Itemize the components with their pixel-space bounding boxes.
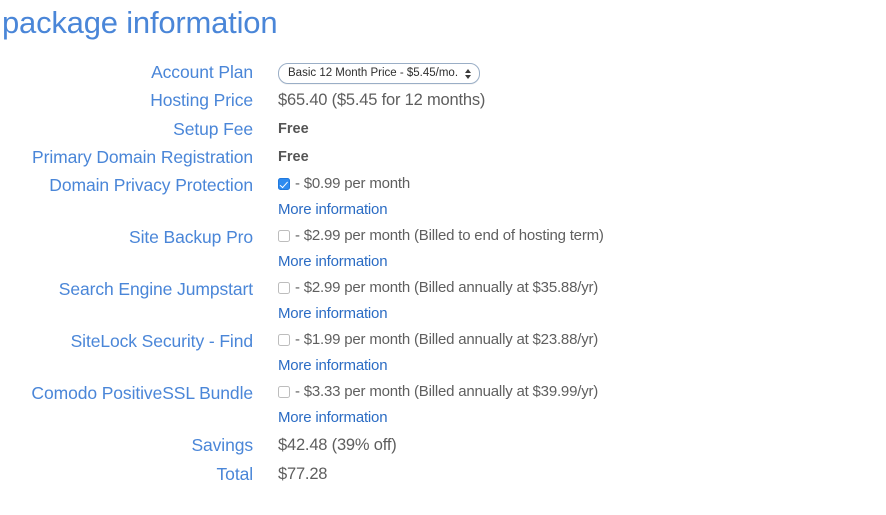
addon-3-checkbox-line: - $1.99 per month (Billed annually at $2…: [278, 327, 886, 353]
account-plan-select[interactable]: Basic 12 Month Price - $5.45/mo.: [278, 63, 481, 84]
row-label-addon-2: Search Engine Jumpstart: [58, 279, 253, 299]
row-label-account-plan: Account Plan: [151, 62, 253, 82]
row-label-hosting-price: Hosting Price: [150, 90, 253, 110]
row-value-savings: $42.48 (39% off): [253, 431, 886, 460]
row-label-addon-0: Domain Privacy Protection: [49, 175, 253, 195]
row-value-addon-4: - $3.33 per month (Billed annually at $3…: [253, 379, 886, 431]
row-hosting-price: Hosting Price $65.40 ($5.45 for 12 month…: [0, 86, 886, 115]
addon-0-price-text: - $0.99 per month: [295, 175, 411, 192]
row-addon-search-engine-jumpstart: Search Engine Jumpstart - $2.99 per mont…: [0, 275, 886, 327]
row-addon-comodo-positivessl-bundle: Comodo PositiveSSL Bundle - $3.33 per mo…: [0, 379, 886, 431]
total-value: $77.28: [278, 465, 328, 483]
addon-2-checkbox-line: - $2.99 per month (Billed annually at $3…: [278, 275, 886, 301]
row-label-addon-3: SiteLock Security - Find: [70, 331, 254, 351]
hosting-price-value: $65.40 ($5.45 for 12 months): [278, 91, 486, 109]
addon-0-checkbox[interactable]: [278, 178, 290, 190]
page-title: package information: [2, 5, 278, 40]
addon-4-checkbox-line: - $3.33 per month (Billed annually at $3…: [278, 379, 886, 405]
row-value-hosting-price: $65.40 ($5.45 for 12 months): [253, 86, 886, 115]
package-details-list: Account Plan Basic 12 Month Price - $5.4…: [0, 58, 886, 489]
savings-value: $42.48 (39% off): [278, 436, 397, 454]
addon-0-checkbox-line: - $0.99 per month: [278, 171, 886, 197]
row-value-account-plan: Basic 12 Month Price - $5.45/mo.: [253, 58, 886, 86]
row-savings: Savings $42.48 (39% off): [0, 431, 886, 460]
row-label-total: Total: [216, 464, 254, 484]
row-value-addon-1: - $2.99 per month (Billed to end of host…: [253, 223, 886, 275]
addon-4-more-information-link[interactable]: More information: [278, 405, 388, 431]
row-label-addon-4: Comodo PositiveSSL Bundle: [31, 383, 253, 403]
row-value-total: $77.28: [253, 460, 886, 489]
row-addon-sitelock-security-find: SiteLock Security - Find - $1.99 per mon…: [0, 327, 886, 379]
row-label-savings: Savings: [191, 435, 253, 455]
addon-4-price-text: - $3.33 per month (Billed annually at $3…: [295, 383, 599, 400]
row-value-addon-2: - $2.99 per month (Billed annually at $3…: [253, 275, 886, 327]
row-setup-fee: Setup Fee Free: [0, 115, 886, 143]
addon-2-checkbox[interactable]: [278, 282, 290, 294]
setup-fee-value: Free: [278, 121, 309, 137]
row-label-primary-domain-registration: Primary Domain Registration: [32, 147, 253, 167]
addon-2-price-text: - $2.99 per month (Billed annually at $3…: [295, 279, 599, 296]
addon-3-more-information-link[interactable]: More information: [278, 353, 388, 379]
row-value-addon-3: - $1.99 per month (Billed annually at $2…: [253, 327, 886, 379]
account-plan-selected-value: Basic 12 Month Price - $5.45/mo.: [288, 67, 459, 79]
row-primary-domain-registration: Primary Domain Registration Free: [0, 143, 886, 171]
addon-1-checkbox-line: - $2.99 per month (Billed to end of host…: [278, 223, 886, 249]
addon-3-price-text: - $1.99 per month (Billed annually at $2…: [295, 331, 599, 348]
row-value-setup-fee: Free: [253, 115, 886, 143]
primary-domain-registration-value: Free: [278, 149, 309, 165]
addon-2-more-information-link[interactable]: More information: [278, 301, 388, 327]
row-value-primary-domain-registration: Free: [253, 143, 886, 171]
addon-1-checkbox[interactable]: [278, 230, 290, 242]
row-addon-site-backup-pro: Site Backup Pro - $2.99 per month (Bille…: [0, 223, 886, 275]
row-account-plan: Account Plan Basic 12 Month Price - $5.4…: [0, 58, 886, 86]
row-label-addon-1: Site Backup Pro: [129, 227, 253, 247]
addon-4-checkbox[interactable]: [278, 386, 290, 398]
row-addon-domain-privacy-protection: Domain Privacy Protection - $0.99 per mo…: [0, 171, 886, 223]
addon-0-more-information-link[interactable]: More information: [278, 197, 388, 223]
stepper-updown-icon: [465, 68, 473, 79]
row-total: Total $77.28: [0, 460, 886, 489]
row-value-addon-0: - $0.99 per month More information: [253, 171, 886, 223]
package-information-page: package information Account Plan Basic 1…: [0, 0, 886, 515]
row-label-setup-fee: Setup Fee: [173, 119, 253, 139]
addon-3-checkbox[interactable]: [278, 334, 290, 346]
addon-1-more-information-link[interactable]: More information: [278, 249, 388, 275]
addon-1-price-text: - $2.99 per month (Billed to end of host…: [295, 227, 604, 244]
